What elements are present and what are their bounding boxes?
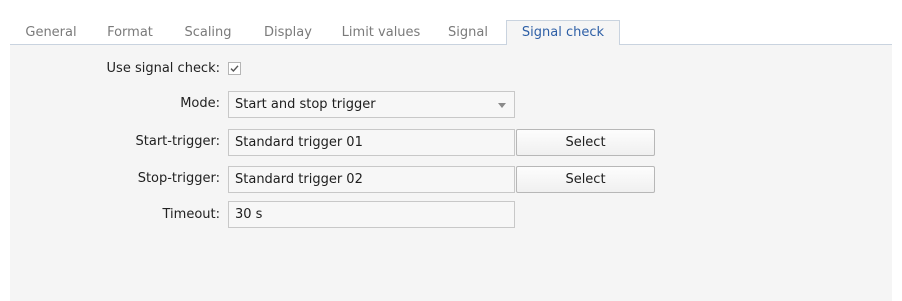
mode-label: Mode: (180, 96, 220, 111)
start-trigger-field[interactable]: Standard trigger 01 (228, 129, 515, 156)
tab-scaling[interactable]: Scaling (174, 21, 242, 44)
tab-bar: General Format Scaling Display Limit val… (10, 20, 892, 45)
timeout-field[interactable]: 30 s (228, 201, 515, 228)
start-trigger-select-button[interactable]: Select (516, 129, 655, 156)
tab-display[interactable]: Display (254, 21, 322, 44)
mode-value: Start and stop trigger (235, 97, 376, 112)
tab-format[interactable]: Format (98, 21, 162, 44)
signal-check-panel: Use signal check: Mode: Start and stop t… (10, 45, 892, 301)
mode-dropdown[interactable]: Start and stop trigger (228, 91, 515, 118)
tab-signal-check[interactable]: Signal check (506, 20, 620, 45)
start-trigger-label: Start-trigger: (135, 134, 221, 149)
checkmark-icon (230, 65, 239, 73)
tab-general[interactable]: General (16, 21, 86, 44)
stop-trigger-label: Stop-trigger: (137, 171, 220, 186)
tab-limit-values[interactable]: Limit values (334, 21, 428, 44)
stop-trigger-field[interactable]: Standard trigger 02 (228, 166, 515, 193)
chevron-down-icon[interactable] (498, 103, 506, 108)
use-signal-check-checkbox[interactable] (228, 62, 241, 75)
timeout-label: Timeout: (162, 207, 220, 222)
tab-signal[interactable]: Signal (440, 21, 496, 44)
use-signal-check-label: Use signal check: (106, 61, 220, 76)
stop-trigger-select-button[interactable]: Select (516, 166, 655, 193)
